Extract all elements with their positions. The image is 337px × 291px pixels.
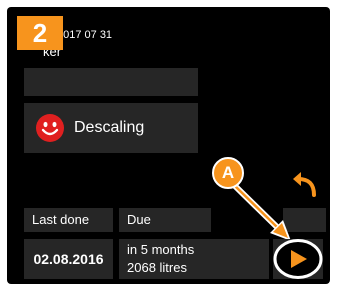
last-done-header: Last done: [24, 208, 113, 232]
descaling-button[interactable]: Descaling: [24, 103, 198, 153]
due-header: Due: [119, 208, 211, 232]
back-arrow-icon[interactable]: [290, 169, 320, 199]
descaling-label: Descaling: [74, 119, 145, 136]
play-button[interactable]: [273, 239, 323, 279]
due-value: in 5 months 2068 litres: [119, 239, 269, 279]
empty-menu-bar: [24, 68, 198, 96]
step-badge: 2: [17, 16, 63, 50]
due-litres: 2068 litres: [127, 260, 187, 275]
smiley-face-icon: [36, 114, 64, 142]
last-done-date: 02.08.2016: [24, 239, 113, 279]
due-months: in 5 months: [127, 242, 195, 257]
device-screen: 2 2017 07 31 ker Descaling Last done Due…: [7, 7, 330, 284]
empty-header-cell: [283, 208, 326, 232]
header-date: 2017 07 31: [57, 29, 113, 41]
callout-marker: A: [212, 157, 244, 189]
